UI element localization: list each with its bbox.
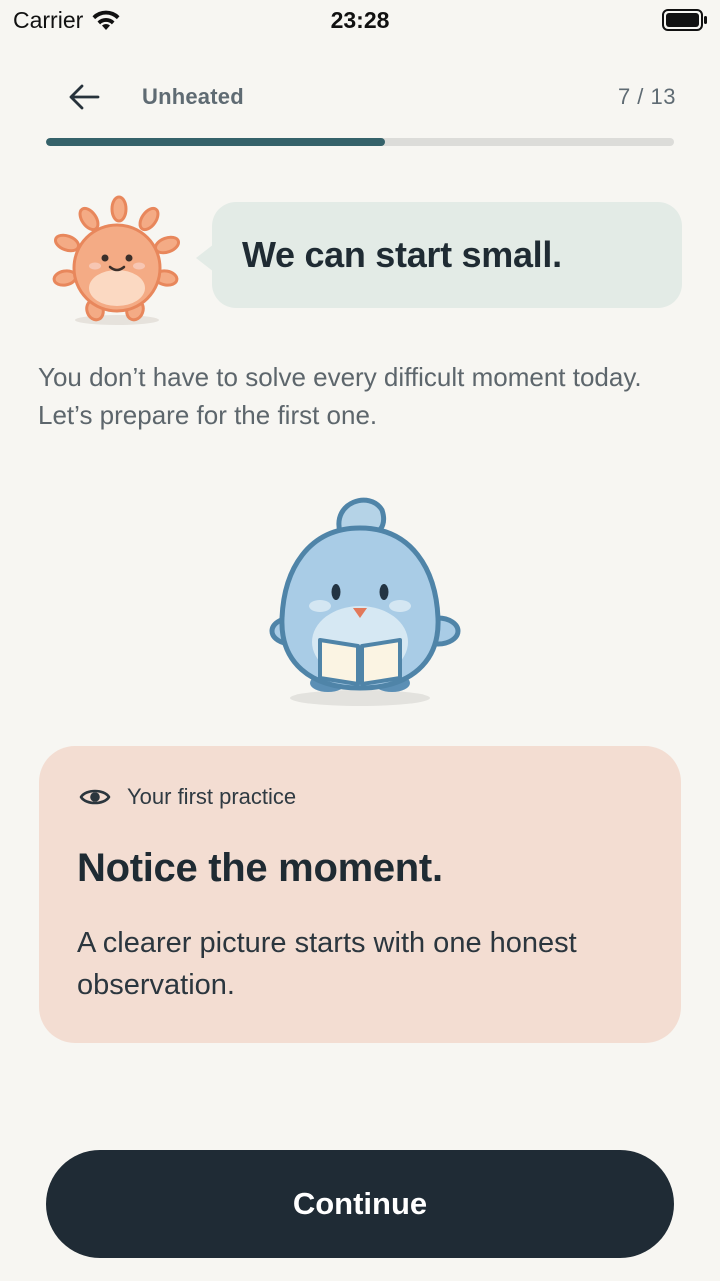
battery-icon <box>662 9 707 31</box>
speech-text: We can start small. <box>242 234 562 275</box>
card-title: Notice the moment. <box>77 846 443 890</box>
practice-card: Your first practice Notice the moment. A… <box>39 746 681 1043</box>
speech-bubble: We can start small. <box>212 202 682 308</box>
eye-icon <box>79 789 111 805</box>
step-counter: 7 / 13 <box>617 84 676 109</box>
header: Unheated 7 / 13 <box>0 70 720 124</box>
screen: Carrier 23:28 Unheated 7 / 13 We can sta… <box>0 0 720 1281</box>
card-eyebrow-label: Your first practice <box>127 784 297 809</box>
page-title: Unheated <box>142 84 244 109</box>
status-bar: Carrier 23:28 <box>0 0 720 40</box>
bird-reading-illustration <box>269 497 461 706</box>
continue-button[interactable]: Continue <box>46 1150 674 1258</box>
card-eyebrow: Your first practice <box>79 784 296 810</box>
progress-bar <box>46 138 674 146</box>
card-body: A clearer picture starts with one honest… <box>77 927 577 1001</box>
sun-mascot-illustration <box>52 195 181 325</box>
clock: 23:28 <box>330 7 390 33</box>
back-button[interactable] <box>62 80 106 114</box>
intro-text: You don’t have to solve every difficult … <box>38 362 642 430</box>
arrow-left-icon <box>69 84 100 110</box>
progress-fill <box>46 138 386 146</box>
